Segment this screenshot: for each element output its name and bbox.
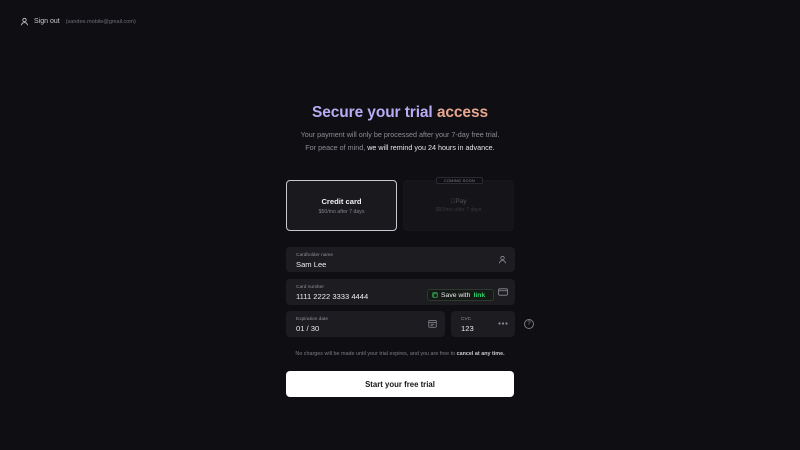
credit-card-option-price: $50/mo after 7 days bbox=[318, 209, 365, 215]
page-subtitle: Your payment will only be processed afte… bbox=[0, 128, 800, 154]
save-with-link-button[interactable]: Save with link bbox=[427, 289, 494, 301]
apple-pay-option: Pay $50/mo after 7 days bbox=[403, 180, 514, 231]
user-icon bbox=[498, 255, 507, 264]
expiration-date-label: Expiration date bbox=[296, 317, 328, 322]
more-dots-icon bbox=[498, 322, 508, 325]
cardholder-name-field[interactable]: Cardholder name Sam Lee bbox=[286, 247, 515, 272]
cvc-value: 123 bbox=[461, 324, 474, 333]
cardholder-name-value: Sam Lee bbox=[296, 260, 327, 269]
notice-bold: cancel at any time. bbox=[456, 351, 505, 357]
sign-out-link[interactable]: Sign out (sandee.mobile@gmail.com) bbox=[20, 17, 136, 26]
credit-card-option-title: Credit card bbox=[321, 197, 362, 206]
subtitle-line-2-highlight: we will remind you 24 hours in advance. bbox=[367, 143, 495, 152]
cardholder-name-label: Cardholder name bbox=[296, 253, 334, 258]
notice-text: No charges will be made until your trial… bbox=[295, 351, 456, 357]
link-brand: link bbox=[473, 291, 486, 299]
start-free-trial-button[interactable]: Start your free trial bbox=[286, 371, 514, 397]
link-logo-icon bbox=[432, 292, 438, 298]
subtitle-line-2: For peace of mind, we will remind you 24… bbox=[0, 141, 800, 154]
user-icon bbox=[20, 17, 29, 26]
save-with-label: Save with bbox=[441, 291, 471, 299]
subtitle-line-1: Your payment will only be processed afte… bbox=[300, 130, 500, 139]
card-number-label: Card number bbox=[296, 285, 324, 290]
coming-soon-badge: COMING SOON bbox=[436, 177, 483, 184]
card-number-value: 1111 2222 3333 4444 bbox=[296, 292, 369, 301]
cvc-field[interactable]: CVC 123 bbox=[451, 311, 515, 337]
expiration-date-field[interactable]: Expiration date 01 / 30 bbox=[286, 311, 445, 337]
cancellation-notice: No charges will be made until your trial… bbox=[0, 351, 800, 357]
cvc-help-icon[interactable]: ? bbox=[524, 319, 534, 329]
credit-card-option[interactable]: Credit card $50/mo after 7 days bbox=[286, 180, 397, 231]
apple-pay-option-title: Pay bbox=[404, 198, 513, 205]
page-title: Secure your trial access bbox=[0, 104, 800, 122]
cvc-label: CVC bbox=[461, 317, 472, 322]
card-icon bbox=[498, 288, 508, 296]
sign-out-label: Sign out bbox=[34, 18, 60, 25]
apple-pay-option-price: $50/mo after 7 days bbox=[435, 207, 482, 213]
expiration-date-value: 01 / 30 bbox=[296, 324, 320, 333]
subtitle-line-2-lead: For peace of mind, bbox=[305, 143, 366, 152]
calendar-icon bbox=[428, 319, 437, 328]
title-part-1: Secure your trial bbox=[312, 104, 433, 121]
account-email: (sandee.mobile@gmail.com) bbox=[65, 18, 136, 25]
checkout-page: Sign out (sandee.mobile@gmail.com) Secur… bbox=[0, 0, 800, 450]
title-part-2: access bbox=[436, 104, 488, 121]
